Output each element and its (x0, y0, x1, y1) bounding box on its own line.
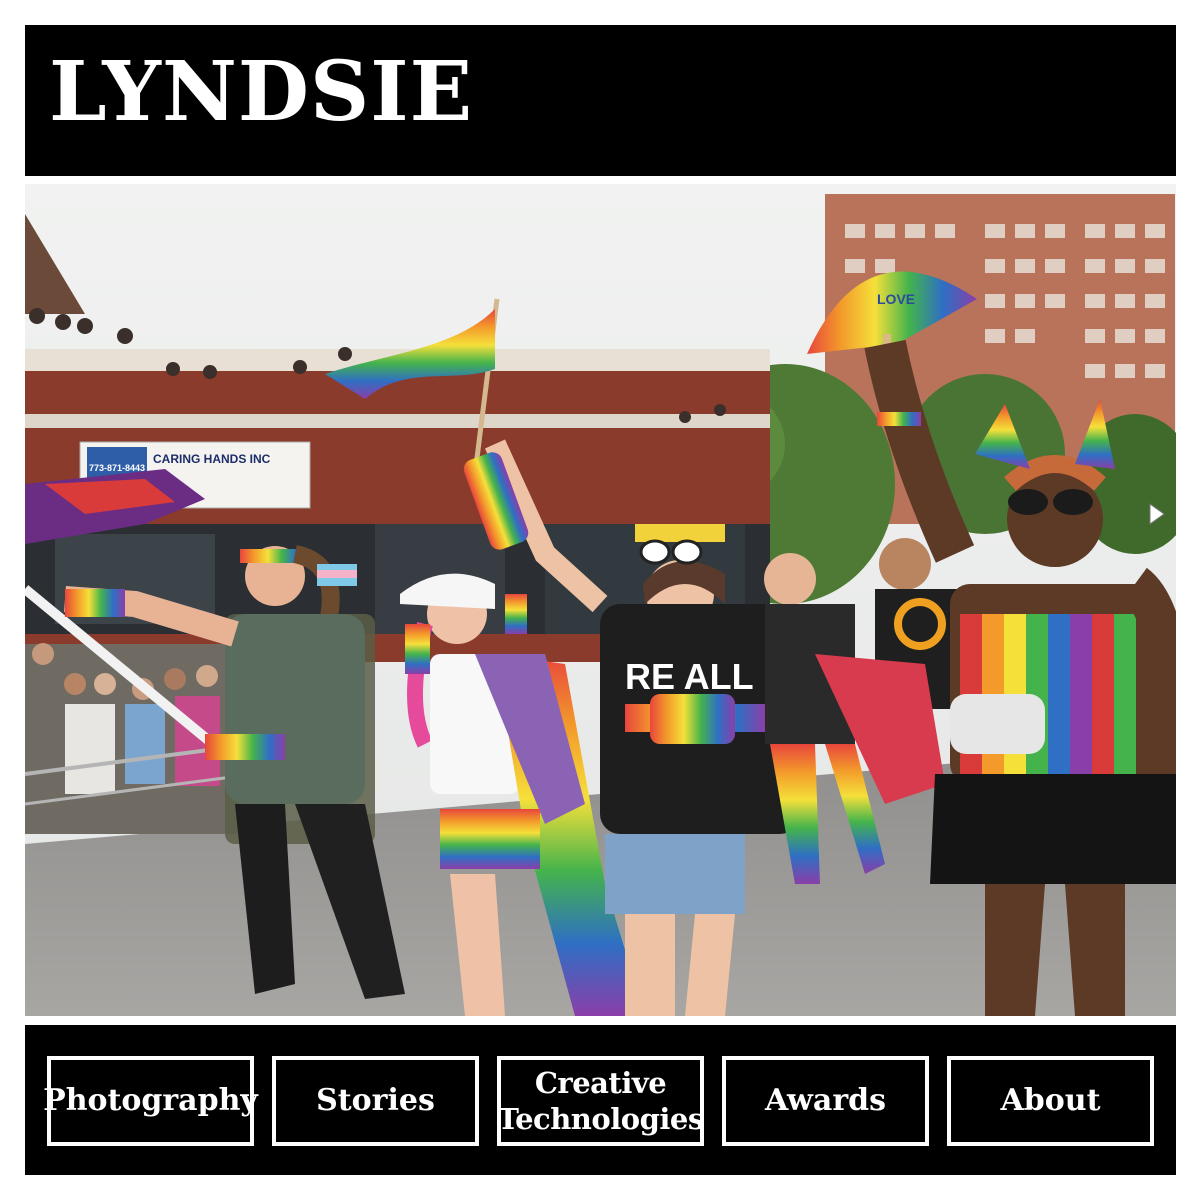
hero-photo: CARING HANDS INC 773-871-8443 LOVE RE AL… (25, 184, 1176, 1016)
fan-text: LOVE (877, 291, 915, 307)
nav-stories[interactable]: Stories (272, 1056, 479, 1146)
main-nav: Photography Stories Creative Technologies… (25, 1025, 1176, 1175)
nav-creative-technologies-line1: Creative (534, 1065, 667, 1100)
shirt-text: RE ALL (625, 656, 754, 697)
site-header: LYNDSIE (25, 25, 1176, 176)
shop-sign-phone: 773-871-8443 (89, 463, 145, 473)
nav-creative-technologies-label: Creative Technologies (497, 1065, 704, 1138)
nav-awards-label: Awards (765, 1083, 886, 1119)
nav-creative-technologies-line2: Technologies (497, 1102, 704, 1136)
nav-creative-technologies[interactable]: Creative Technologies (497, 1056, 704, 1146)
nav-stories-label: Stories (316, 1083, 435, 1119)
nav-awards[interactable]: Awards (722, 1056, 929, 1146)
nav-about[interactable]: About (947, 1056, 1154, 1146)
nav-about-label: About (1000, 1083, 1101, 1119)
site-title[interactable]: LYNDSIE (49, 43, 473, 141)
play-arrow-icon[interactable] (1148, 502, 1166, 526)
nav-photography[interactable]: Photography (43, 1056, 258, 1146)
shop-sign-name: CARING HANDS INC (153, 452, 271, 466)
pride-parade-photo: CARING HANDS INC 773-871-8443 LOVE RE AL… (25, 184, 1176, 1016)
nav-photography-label: Photography (43, 1083, 258, 1119)
